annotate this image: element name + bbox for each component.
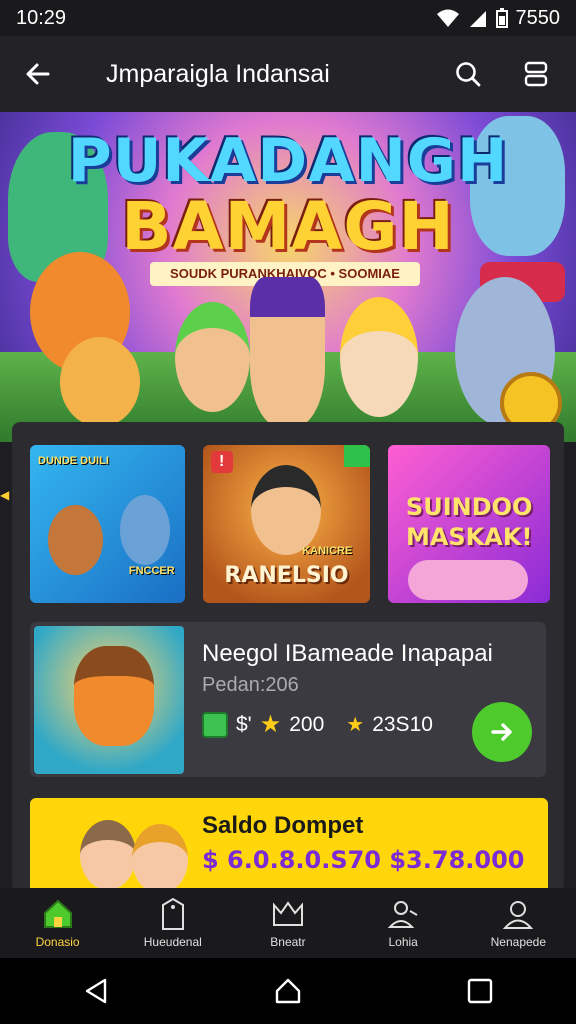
hero-kid-character bbox=[250, 277, 325, 427]
nav-label: Bneatr bbox=[270, 935, 306, 949]
thumb2-character bbox=[250, 465, 321, 555]
system-recents-icon[interactable] bbox=[465, 976, 495, 1006]
game-thumbnail-3[interactable]: SUINDOO MASKAK! bbox=[388, 445, 551, 603]
featured-game-name: Neegol IBameade Inapapai bbox=[202, 640, 493, 667]
nav-label: Hueudenal bbox=[143, 935, 202, 949]
game-thumbnails: DUNDE DUILI FNCCER ! KANICRE RANELSIO SU… bbox=[30, 445, 551, 603]
crown-icon bbox=[272, 901, 303, 926]
game-thumbnail-2[interactable]: ! KANICRE RANELSIO bbox=[202, 445, 371, 603]
blonde-girl-character bbox=[340, 297, 418, 417]
nav-item-2[interactable]: Hueudenal bbox=[123, 897, 223, 949]
featured-game-subtitle: Pedan:206 bbox=[202, 674, 299, 696]
thumb1-label-top: DUNDE DUILI bbox=[38, 455, 109, 467]
home-icon bbox=[43, 899, 72, 928]
back-arrow-icon bbox=[26, 63, 50, 85]
wallet-label: Saldo Dompet bbox=[202, 812, 364, 839]
go-button[interactable] bbox=[472, 702, 532, 762]
back-button[interactable] bbox=[18, 54, 58, 94]
app-bar: Jmparaigla Indansai bbox=[0, 36, 576, 112]
search-icon bbox=[456, 62, 481, 87]
nav-item-home[interactable]: Donasio bbox=[8, 897, 108, 949]
stat-value-2: 23S10 bbox=[372, 712, 433, 736]
signal-icon bbox=[469, 11, 486, 27]
stat-value-1: 200 bbox=[289, 712, 325, 736]
system-home-icon[interactable] bbox=[273, 976, 303, 1006]
thumb2-alert-badge: ! bbox=[210, 451, 233, 473]
thumb2-title: RANELSIO bbox=[224, 563, 349, 588]
nav-label: Donasio bbox=[35, 935, 80, 949]
featured-game-card[interactable]: Neegol IBameade Inapapai Pedan:206 $' ★ … bbox=[30, 622, 546, 777]
featured-game-stats: $' ★ 200 ★ 23S10 bbox=[202, 710, 433, 739]
thumb2-corner-badge bbox=[344, 445, 371, 467]
scroll-left-icon[interactable]: ◀ bbox=[0, 488, 10, 502]
star-icon: ★ bbox=[259, 711, 282, 738]
featured-game-art bbox=[34, 626, 184, 774]
system-back-icon[interactable] bbox=[81, 976, 111, 1006]
status-bar: 10:29 7550 bbox=[0, 0, 576, 36]
user-flag-icon bbox=[387, 901, 418, 928]
nav-item-3[interactable]: Bneatr bbox=[238, 897, 338, 949]
star-icon: ★ bbox=[346, 714, 365, 736]
green-hair-kid bbox=[175, 302, 250, 412]
wallet-character-1 bbox=[80, 820, 136, 890]
hero-banner[interactable]: PUKADANGH BAMAGH SOUDK PURANKHAIVOC • SO… bbox=[0, 112, 576, 442]
thumb3-characters bbox=[408, 560, 529, 600]
bag-icon bbox=[161, 897, 184, 930]
status-time: 10:29 bbox=[16, 6, 67, 29]
nav-label: Nenapede bbox=[490, 935, 547, 949]
wallet-character-2 bbox=[132, 824, 188, 894]
wallet-amount: $ 6.0.8.0.S70 $3.78.000 bbox=[202, 846, 525, 874]
page-title: Jmparaigla Indansai bbox=[106, 59, 330, 88]
battery-text: 7550 bbox=[515, 6, 561, 29]
thumb1-character bbox=[48, 505, 103, 575]
hero-title-line1: PUKADANGH bbox=[67, 126, 509, 196]
wifi-icon bbox=[436, 9, 459, 27]
game-thumbnail-1[interactable]: DUNDE DUILI FNCCER bbox=[30, 445, 185, 603]
nav-item-profile[interactable]: Nenapede bbox=[468, 897, 568, 949]
gem-icon bbox=[202, 711, 228, 738]
search-button[interactable] bbox=[446, 52, 490, 96]
stat-prefix: $' bbox=[236, 712, 252, 736]
wallet-art bbox=[50, 806, 200, 898]
nav-item-4[interactable]: Lohia bbox=[353, 897, 453, 949]
thumb2-small-label: KANICRE bbox=[302, 545, 353, 557]
menu-icon bbox=[524, 61, 548, 87]
arrow-right-icon bbox=[491, 723, 512, 741]
thumb3-title-line2: MASKAK! bbox=[405, 523, 533, 551]
profile-icon bbox=[503, 901, 534, 929]
thumb1-label-bottom: FNCCER bbox=[128, 565, 175, 577]
thumb1-cat bbox=[120, 495, 170, 565]
nav-label: Lohia bbox=[388, 935, 418, 949]
bottom-nav: Donasio Hueudenal Bneatr Lohia Nenapede bbox=[0, 888, 576, 958]
thumb3-title-line1: SUINDOO bbox=[405, 493, 533, 521]
featured-character bbox=[74, 646, 154, 746]
dog-character bbox=[60, 337, 140, 427]
menu-button[interactable] bbox=[514, 52, 558, 96]
system-nav-bar bbox=[0, 958, 576, 1024]
battery-icon bbox=[495, 8, 508, 28]
wallet-card[interactable]: Saldo Dompet $ 6.0.8.0.S70 $3.78.000 bbox=[30, 798, 548, 898]
